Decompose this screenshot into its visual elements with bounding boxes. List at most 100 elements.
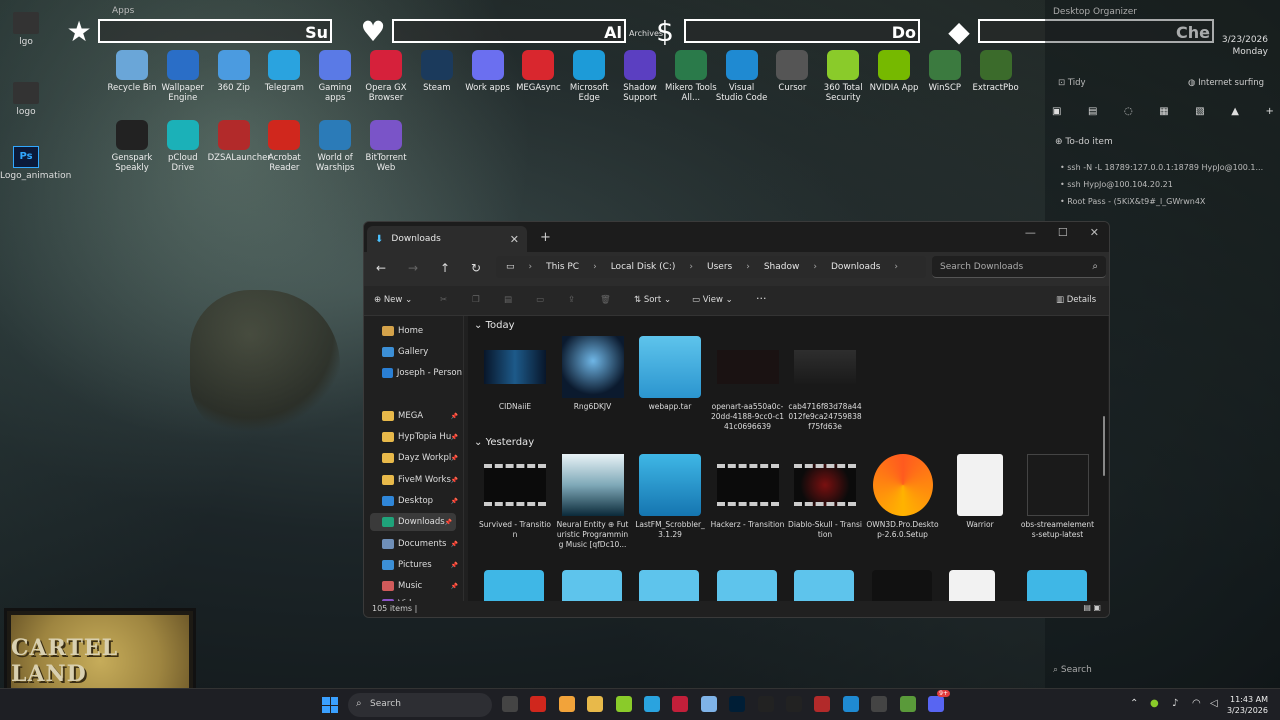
photoshop-icon[interactable] [729, 696, 746, 712]
copy-icon[interactable]: ❐ [472, 295, 480, 305]
clock[interactable]: 11:43 AM 3/23/2026 [1227, 694, 1268, 716]
paste-icon[interactable]: ▤ [504, 295, 512, 305]
desktop-shortcut[interactable]: Telegram [258, 50, 310, 93]
add-icon[interactable]: + [1266, 106, 1274, 117]
desktop-shortcut[interactable]: Steam [411, 50, 463, 93]
file-item[interactable]: Hackerz - Transition [711, 454, 785, 530]
nav-item[interactable]: HypTopia Hu 📌 [382, 432, 462, 442]
close-tab-icon[interactable]: ✕ [510, 233, 519, 246]
volume-icon[interactable]: ◁ [1210, 698, 1218, 709]
opera-icon[interactable] [672, 696, 689, 712]
nav-item[interactable]: Joseph - Person [382, 368, 462, 378]
rename-icon[interactable]: ▭ [536, 295, 544, 305]
drive-icon[interactable]: ▤ [1088, 106, 1097, 117]
nav-item[interactable]: FiveM Works 📌 [382, 475, 462, 485]
nav-item[interactable]: MEGA 📌 [382, 411, 462, 421]
desktop-shortcut[interactable]: Visual Studio Code [716, 50, 768, 103]
desktop-shortcut[interactable]: Work apps [462, 50, 514, 93]
header-bar-2[interactable]: ♥ Al [356, 12, 626, 50]
file-item-partial[interactable] [639, 570, 699, 603]
desktop-shortcut[interactable]: Cursor [766, 50, 818, 93]
nav-item[interactable]: Downloads 📌 [370, 513, 456, 531]
nav-item[interactable]: Pictures 📌 [382, 560, 462, 570]
more-options-icon[interactable]: ··· [756, 292, 767, 305]
cut-icon[interactable]: ✂ [440, 295, 447, 305]
file-item[interactable]: Neural Entity ⊕ Futuristic Programming M… [556, 454, 630, 550]
lock-icon[interactable]: ▲ [1231, 106, 1239, 117]
share-icon[interactable]: ⇪ [568, 295, 575, 305]
dayz-tools-icon[interactable] [786, 696, 802, 712]
breadcrumb[interactable]: ▭ › This PC › Local Disk (C:) › Users › … [496, 256, 926, 278]
desktop-shortcut[interactable]: BitTorrent Web [360, 120, 412, 173]
calculator-icon[interactable]: ▦ [1159, 106, 1168, 117]
new-button[interactable]: ⊕ New ⌄ [374, 295, 412, 305]
file-item[interactable]: LastFM_Scrobbler_3.1.29 [633, 454, 707, 540]
file-item[interactable]: Rng6DKJV [556, 336, 630, 412]
start-button[interactable] [322, 697, 338, 713]
task-view-icon[interactable] [502, 696, 518, 712]
tidy-button[interactable]: ⊡ Tidy [1058, 78, 1086, 88]
forward-icon[interactable]: → [408, 261, 418, 275]
scrollbar[interactable] [1103, 416, 1105, 476]
view-button[interactable]: ▭ View ⌄ [692, 295, 733, 305]
desktop-shortcut[interactable]: ExtractPbo [970, 50, 1022, 93]
file-item-partial[interactable] [561, 570, 622, 603]
breadcrumb-this-pc[interactable]: This PC [546, 262, 579, 272]
desktop-shortcut[interactable]: Recycle Bin [106, 50, 158, 93]
view-toggle[interactable]: ▤ ▣ [1083, 603, 1101, 612]
notes-icon[interactable]: ▧ [1195, 106, 1204, 117]
group-header-today[interactable]: ⌄ Today [474, 320, 514, 331]
breadcrumb-local-disk[interactable]: Local Disk (C:) [611, 262, 676, 272]
file-item-partial[interactable] [1026, 570, 1087, 603]
desktop-shortcut[interactable]: MEGAsync [512, 50, 564, 93]
taskbar-search[interactable]: ⌕ Search [348, 693, 492, 717]
hide-icon[interactable]: ◌ [1124, 106, 1133, 117]
desktop-shortcut[interactable]: Gaming apps [309, 50, 361, 103]
nav-item[interactable]: Home [382, 326, 462, 336]
desktop-shortcut[interactable]: Genspark Speakly [106, 120, 158, 173]
todo-item[interactable]: • ssh HypJo@100.104.20.21 [1060, 180, 1173, 189]
search-input[interactable]: Search Downloads ⌕ [932, 256, 1106, 278]
file-item[interactable]: webapp.tar [633, 336, 707, 412]
internet-surfing-button[interactable]: ◍ Internet surfing [1188, 78, 1264, 88]
file-item[interactable]: CIDNaiiE [478, 336, 552, 412]
photos-icon[interactable] [700, 696, 717, 712]
todo-item[interactable]: • Root Pass - (5KiX&t9#_l_GWrwn4X [1060, 197, 1205, 206]
file-item[interactable]: Diablo-Skull - Transition [788, 454, 862, 540]
close-icon[interactable]: ✕ [1090, 226, 1099, 239]
file-item[interactable]: openart-aa550a0c-20dd-4188-9cc0-c141c069… [711, 336, 785, 432]
refresh-icon[interactable]: ↻ [471, 261, 481, 275]
desktop-shortcut[interactable]: Shadow Support [614, 50, 666, 103]
file-item[interactable]: OWN3D.Pro.Desktop-2.6.0.Setup [866, 454, 940, 540]
file-item[interactable]: Warrior [943, 454, 1017, 530]
desktop-shortcut[interactable]: Opera GX Browser [360, 50, 412, 103]
cursor-icon[interactable] [871, 696, 888, 712]
file-item[interactable]: cab4716f83d78a44012fe9ca24759838f75fd63e [788, 336, 862, 432]
file-item-partial[interactable] [794, 570, 854, 603]
new-tab-button[interactable]: + [540, 230, 551, 245]
file-explorer-icon[interactable] [587, 696, 604, 712]
desktop-shortcut[interactable]: World of Warships [309, 120, 361, 173]
security-icon[interactable] [615, 696, 632, 712]
desktop-shortcut[interactable]: NVIDIA App [868, 50, 920, 93]
file-item[interactable]: obs-streamelements-setup-latest [1021, 454, 1095, 540]
desktop-shortcut[interactable]: Mikero Tools All... [665, 50, 717, 103]
vscode-icon[interactable] [842, 696, 859, 712]
header-bar-1[interactable]: ★ Su [62, 12, 332, 50]
network-icon[interactable]: ◠ [1192, 698, 1201, 709]
desktop-icon-logo[interactable]: logo [0, 82, 52, 118]
nav-item[interactable]: Documents 📌 [382, 539, 462, 549]
desktop-icon-logo-animation[interactable]: Ps Logo_animation [0, 146, 71, 182]
nav-item[interactable]: Gallery [382, 347, 462, 357]
desktop-icon[interactable]: ▣ [1052, 106, 1061, 117]
breadcrumb-users[interactable]: Users [707, 262, 732, 272]
telegram-icon[interactable] [644, 696, 660, 712]
todo-header[interactable]: ⊕ To-do item [1055, 137, 1113, 147]
file-item-partial[interactable] [949, 570, 995, 603]
desktop-shortcut[interactable]: pCloud Drive [157, 120, 209, 173]
organizer-search[interactable]: ⌕ Search [1053, 665, 1092, 675]
delete-icon[interactable]: 🗑 [600, 295, 611, 305]
mic-icon[interactable]: ♪ [1172, 698, 1178, 709]
desktop-shortcut[interactable]: 360 Total Security [817, 50, 869, 103]
dzsa-icon[interactable] [814, 696, 831, 712]
